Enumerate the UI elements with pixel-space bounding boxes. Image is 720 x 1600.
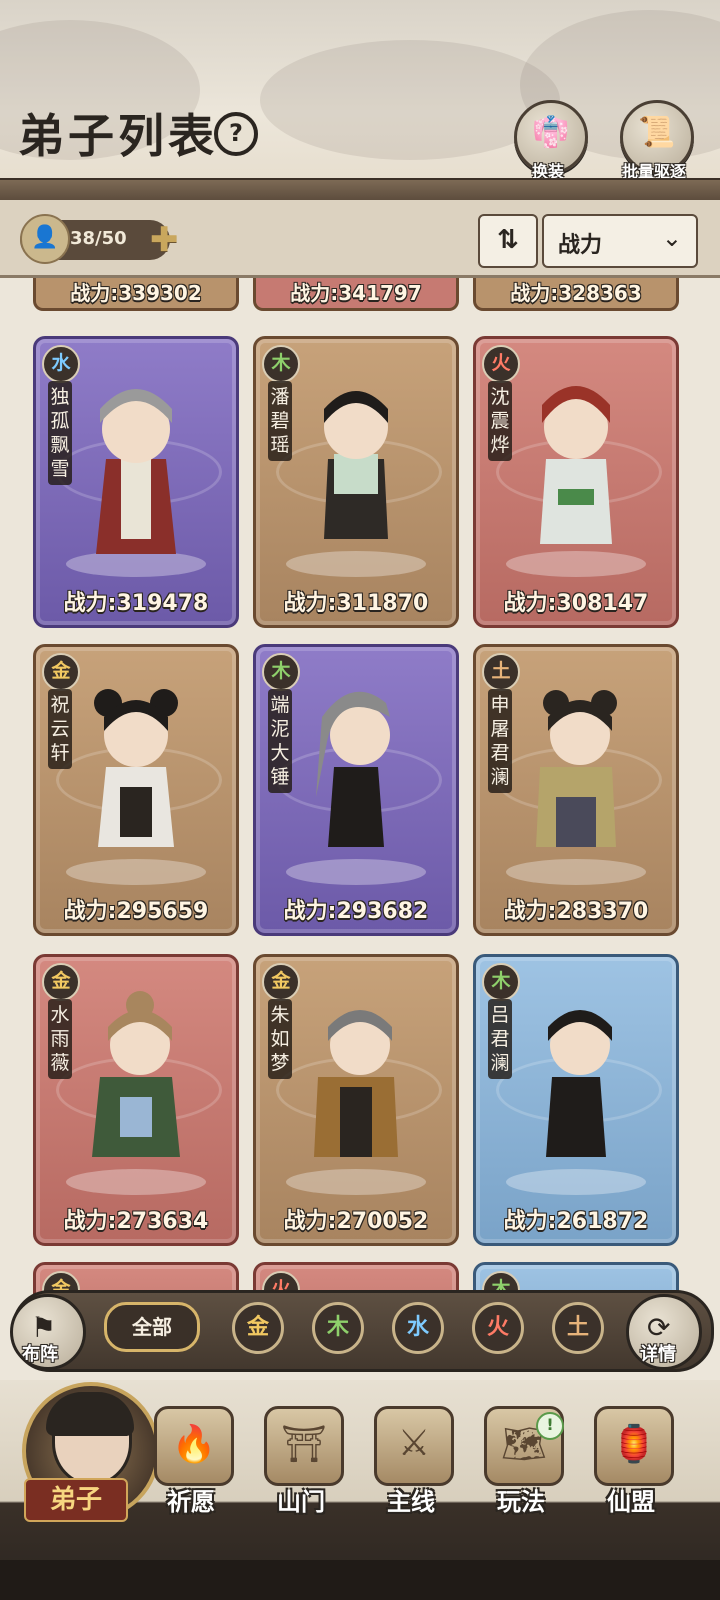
disciple-list[interactable]: 战力:339302 战力:341797 战力:328363 水 独孤飘雪 战力:… xyxy=(0,278,720,1298)
filter-fire-chip[interactable]: 火 xyxy=(472,1302,524,1354)
disciple-power: 战力:308147 xyxy=(503,591,649,616)
element-badge-water: 水 xyxy=(42,345,80,383)
disciple-card[interactable]: 木 潘碧瑶 战力:311870 xyxy=(253,336,459,628)
disciple-card-partial[interactable]: 战力:341797 xyxy=(253,278,459,311)
expel-scroll-icon: 📜 xyxy=(638,115,676,150)
add-capacity-button[interactable]: ✚ xyxy=(150,220,179,260)
filter-metal-chip[interactable]: 金 xyxy=(232,1302,284,1354)
nav-disciples-label: 弟子 xyxy=(24,1478,128,1522)
nav-alliance-label: 仙盟 xyxy=(607,1487,655,1516)
disciple-name: 祝云轩 xyxy=(48,689,72,769)
disciple-card[interactable]: 火 沈震烨 战力:308147 xyxy=(473,336,679,628)
chevron-down-icon: ⌄ xyxy=(661,224,682,252)
details-button-label: 详情 xyxy=(640,1344,676,1365)
disciple-card[interactable]: 木 吕君澜 战力:261872 xyxy=(473,954,679,1246)
element-badge-metal: 金 xyxy=(262,963,300,1001)
element-badge-wood: 木 xyxy=(482,963,520,1001)
disciple-card-partial[interactable]: 战力:328363 xyxy=(473,278,679,311)
sort-dropdown-value: 战力 xyxy=(558,233,603,258)
disciple-power: 战力:319478 xyxy=(63,591,209,616)
disciple-power: 战力:295659 xyxy=(63,899,209,924)
nav-mainline-label: 主线 xyxy=(387,1487,435,1516)
wish-scroll-icon: 🔥 xyxy=(154,1406,234,1486)
disciple-power: 战力:261872 xyxy=(503,1209,649,1234)
disciple-name: 朱如梦 xyxy=(268,999,292,1079)
disciple-count: 38/50 xyxy=(70,228,127,249)
disciple-card[interactable]: 金 祝云轩 战力:295659 xyxy=(33,644,239,936)
outfit-icon: 👘 xyxy=(532,115,570,150)
element-badge-metal: 金 xyxy=(42,653,80,691)
system-nav-area xyxy=(0,1560,720,1600)
element-badge-wood: 木 xyxy=(262,653,300,691)
filter-earth-chip[interactable]: 土 xyxy=(552,1302,604,1354)
sort-dropdown[interactable]: 战力 ⌄ xyxy=(542,214,698,268)
disciple-power: 战力:311870 xyxy=(283,591,429,616)
element-badge-metal: 金 xyxy=(42,963,80,1001)
notification-badge: ! xyxy=(536,1412,564,1440)
disciple-power: 战力:283370 xyxy=(503,899,649,924)
nav-mainline-button[interactable]: ⚔ 主线 xyxy=(356,1400,466,1540)
disciple-name: 独孤飘雪 xyxy=(48,381,72,485)
element-badge-wood: 木 xyxy=(262,345,300,383)
disciple-silhouette-icon: 👤 xyxy=(20,214,70,264)
disciple-name: 潘碧瑶 xyxy=(268,381,292,461)
disciple-power: 战力:328363 xyxy=(510,281,642,305)
sort-order-button[interactable]: ⇅ xyxy=(478,214,538,268)
nav-gameplay-label: 玩法 xyxy=(497,1487,545,1516)
disciple-name: 端泥大锤 xyxy=(268,689,292,793)
disciple-power: 战力:341797 xyxy=(290,281,422,305)
filter-wood-chip[interactable]: 木 xyxy=(312,1302,364,1354)
filter-all-chip[interactable]: 全部 xyxy=(104,1302,200,1352)
filter-water-chip[interactable]: 水 xyxy=(392,1302,444,1354)
disciple-name: 吕君澜 xyxy=(488,999,512,1079)
disciple-power: 战力:273634 xyxy=(63,1209,209,1234)
nav-alliance-button[interactable]: 🏮 仙盟 xyxy=(576,1400,686,1540)
disciple-name: 沈震烨 xyxy=(488,381,512,461)
sect-gate-icon: ⛩ xyxy=(264,1406,344,1486)
disciple-power: 战力:293682 xyxy=(283,899,429,924)
element-badge-earth: 土 xyxy=(482,653,520,691)
sort-arrows-icon: ⇅ xyxy=(497,225,519,255)
nav-sect-gate-label: 山门 xyxy=(277,1487,325,1516)
disciple-card[interactable]: 金 朱如梦 战力:270052 xyxy=(253,954,459,1246)
disciple-card[interactable]: 金 水雨薇 战力:273634 xyxy=(33,954,239,1246)
nav-sect-gate-button[interactable]: ⛩ 山门 xyxy=(246,1400,356,1540)
disciple-card[interactable]: 水 独孤飘雪 战力:319478 xyxy=(33,336,239,628)
mainline-sword-icon: ⚔ xyxy=(374,1406,454,1486)
disciple-name: 申屠君澜 xyxy=(488,689,512,793)
element-badge-fire: 火 xyxy=(482,345,520,383)
disciple-name: 水雨薇 xyxy=(48,999,72,1079)
disciple-card[interactable]: 木 端泥大锤 战力:293682 xyxy=(253,644,459,936)
nav-wish-button[interactable]: 🔥 祈愿 xyxy=(136,1400,246,1540)
help-icon-button[interactable]: ? xyxy=(214,112,258,156)
disciple-power: 战力:339302 xyxy=(70,281,202,305)
formation-button-label: 布阵 xyxy=(22,1344,58,1365)
alliance-banner-icon: 🏮 xyxy=(594,1406,674,1486)
disciple-power: 战力:270052 xyxy=(283,1209,429,1234)
nav-wish-label: 祈愿 xyxy=(167,1487,215,1516)
disciple-avatar-hair xyxy=(46,1392,134,1436)
disciple-card[interactable]: 土 申屠君澜 战力:283370 xyxy=(473,644,679,936)
disciple-card-partial[interactable]: 战力:339302 xyxy=(33,278,239,311)
page-title: 弟子列表 xyxy=(18,109,218,163)
